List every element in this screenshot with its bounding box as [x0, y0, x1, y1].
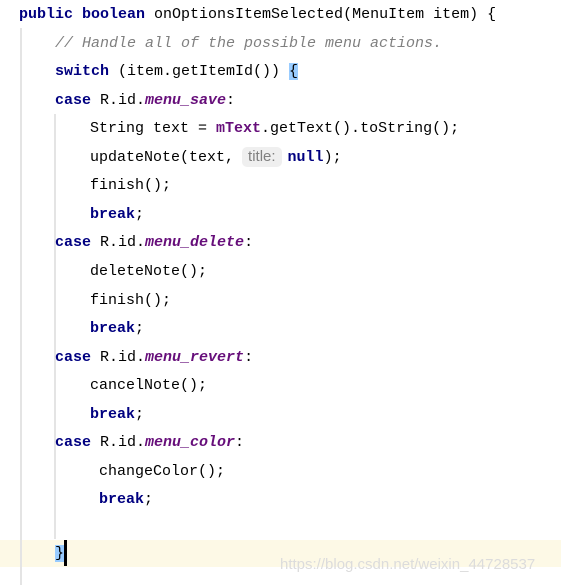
- indent-guide: [54, 114, 56, 539]
- code-token: updateNote(text,: [90, 148, 235, 166]
- code-line[interactable]: break;: [90, 201, 144, 229]
- code-token: case: [55, 91, 92, 109]
- watermark: https://blog.csdn.net/weixin_44728537: [280, 556, 536, 573]
- code-line[interactable]: changeColor();: [99, 458, 225, 486]
- code-token: // Handle all of the possible menu actio…: [55, 34, 443, 52]
- code-token: R.id.: [91, 434, 146, 452]
- code-token: );: [323, 148, 342, 166]
- code-token: ;: [135, 320, 145, 338]
- code-token: public boolean: [19, 6, 146, 23]
- code-token: :: [244, 348, 254, 366]
- code-line[interactable]: deleteNote();: [90, 258, 207, 286]
- code-token: R.id.: [91, 348, 146, 366]
- code-line[interactable]: updateNote(text, title: null);: [90, 144, 342, 172]
- code-token: :: [235, 434, 245, 452]
- code-token: changeColor();: [99, 462, 226, 480]
- code-line[interactable]: break;: [90, 401, 144, 429]
- code-token: .getText().toString();: [261, 120, 460, 138]
- code-token: (item.getItemId()): [109, 63, 290, 81]
- code-token: R.id.: [91, 91, 146, 109]
- code-token: finish();: [90, 291, 172, 309]
- code-token: deleteNote();: [90, 262, 208, 280]
- code-line[interactable]: case R.id.menu_color:: [55, 429, 244, 457]
- code-token: case: [55, 234, 92, 252]
- code-line[interactable]: }: [55, 540, 68, 568]
- code-token: cancelNote();: [90, 377, 208, 395]
- code-token: break: [99, 491, 145, 509]
- code-token: onOptionsItemSelected(MenuItem item) {: [145, 6, 497, 23]
- code-token: ;: [144, 491, 154, 509]
- code-line[interactable]: String text = mText.getText().toString()…: [90, 115, 459, 143]
- code-token: finish();: [90, 177, 172, 195]
- code-line[interactable]: finish();: [90, 172, 171, 200]
- code-token: :: [244, 234, 254, 252]
- code-token: mText: [216, 120, 262, 138]
- code-line[interactable]: case R.id.menu_delete:: [55, 229, 253, 257]
- code-line[interactable]: break;: [90, 315, 144, 343]
- code-token: menu_save: [145, 91, 227, 109]
- text-caret: [64, 540, 68, 567]
- code-token: break: [90, 405, 136, 423]
- code-line[interactable]: // Handle all of the possible menu actio…: [55, 30, 442, 58]
- code-token: }: [55, 545, 65, 562]
- parameter-hint: title:: [242, 146, 282, 167]
- code-token: String text =: [90, 120, 217, 138]
- code-token: R.id.: [91, 234, 146, 252]
- code-line[interactable]: cancelNote();: [90, 372, 207, 400]
- code-token: ;: [135, 205, 145, 223]
- code-token: {: [289, 63, 299, 81]
- code-token: null: [287, 148, 324, 166]
- indent-guide: [20, 28, 22, 585]
- code-token: menu_color: [145, 434, 236, 452]
- code-line[interactable]: switch (item.getItemId()) {: [55, 58, 299, 86]
- code-line[interactable]: case R.id.menu_revert:: [55, 344, 253, 372]
- code-token: case: [55, 348, 92, 366]
- code-line[interactable]: public boolean onOptionsItemSelected(Men…: [19, 1, 496, 29]
- code-token: :: [226, 91, 236, 109]
- code-token: case: [55, 434, 92, 452]
- code-line[interactable]: break;: [99, 486, 153, 514]
- code-token: switch: [55, 63, 110, 81]
- code-token: menu_revert: [145, 348, 245, 366]
- code-token: break: [90, 320, 136, 338]
- code-token: break: [90, 205, 136, 223]
- code-token: menu_delete: [145, 234, 245, 252]
- code-line[interactable]: case R.id.menu_save:: [55, 87, 235, 115]
- code-token: ;: [135, 405, 145, 423]
- code-line[interactable]: finish();: [90, 287, 171, 315]
